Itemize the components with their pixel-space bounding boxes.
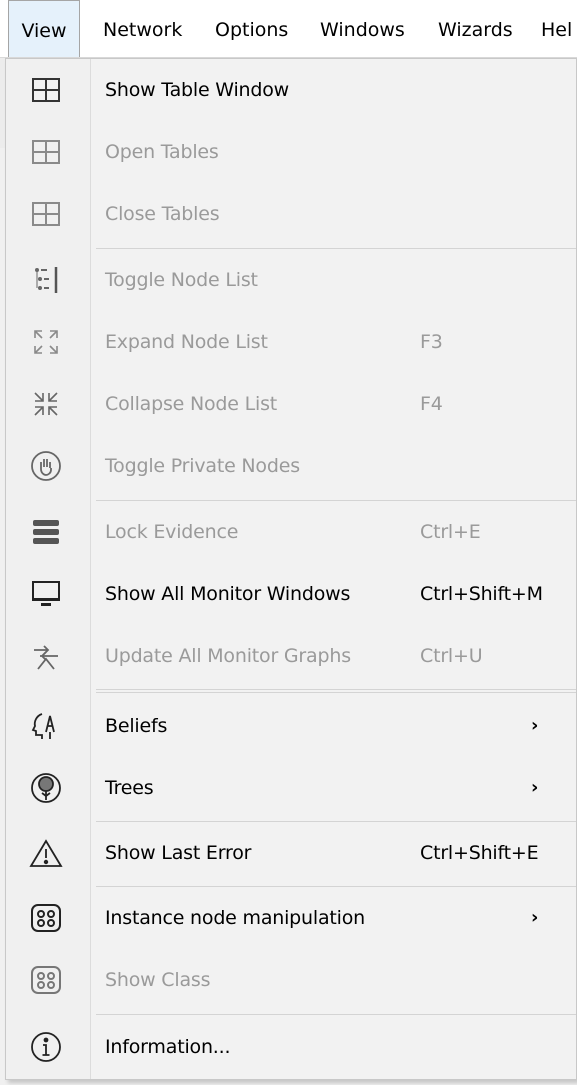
menu-item-toggle-private-nodes[interactable]: Toggle Private Nodes — [6, 435, 577, 497]
menu-item-collapse-node-list[interactable]: Collapse Node List F4 — [6, 373, 577, 435]
menu-item-label: Information... — [105, 1036, 231, 1058]
menu-wizards[interactable]: Wizards — [438, 0, 513, 57]
table-icon — [29, 73, 63, 107]
menu-item-trees[interactable]: Trees › — [6, 757, 577, 819]
menu-item-label: Toggle Node List — [105, 269, 258, 291]
menu-item-show-table-window[interactable]: Show Table Window — [6, 59, 577, 121]
menu-separator — [96, 689, 576, 690]
menu-item-show-class[interactable]: Show Class — [6, 949, 577, 1011]
menu-item-label: Show Table Window — [105, 79, 289, 101]
menu-item-label: Trees — [105, 777, 154, 799]
hand-icon — [29, 449, 63, 483]
menu-bar: View Network Options Windows Wizards Hel — [0, 0, 577, 58]
menu-item-open-tables[interactable]: Open Tables — [6, 121, 577, 183]
menu-network[interactable]: Network — [103, 0, 182, 57]
menu-windows[interactable]: Windows — [320, 0, 405, 57]
menu-view[interactable]: View — [8, 0, 80, 57]
menu-help[interactable]: Hel — [541, 0, 572, 57]
instance-node-icon — [29, 963, 63, 997]
tree-icon — [29, 771, 63, 805]
node-list-icon — [29, 263, 63, 297]
table-icon — [29, 135, 63, 169]
menu-item-lock-evidence[interactable]: Lock Evidence Ctrl+E — [6, 501, 577, 563]
menu-item-expand-node-list[interactable]: Expand Node List F3 — [6, 311, 577, 373]
submenu-arrow-icon: › — [531, 715, 539, 736]
menu-item-label: Collapse Node List — [105, 393, 278, 415]
menu-item-instance-node-manipulation[interactable]: Instance node manipulation › — [6, 887, 577, 949]
menu-item-label: Open Tables — [105, 141, 219, 163]
collapse-icon — [29, 387, 63, 421]
menu-item-show-all-monitor-windows[interactable]: Show All Monitor Windows Ctrl+Shift+M — [6, 563, 577, 625]
menu-item-shortcut: F3 — [420, 331, 443, 353]
menu-item-shortcut: Ctrl+Shift+E — [420, 842, 539, 864]
menu-item-label: Show Last Error — [105, 842, 252, 864]
menu-item-label: Expand Node List — [105, 331, 268, 353]
menu-item-show-last-error[interactable]: Show Last Error Ctrl+Shift+E — [6, 822, 577, 884]
update-graphs-icon — [29, 639, 63, 673]
menu-item-label: Instance node manipulation — [105, 907, 366, 929]
menu-item-label: Show Class — [105, 969, 211, 991]
instance-node-icon — [29, 901, 63, 935]
menu-item-close-tables[interactable]: Close Tables — [6, 183, 577, 245]
menu-item-shortcut: Ctrl+U — [420, 645, 483, 667]
menu-separator — [96, 692, 576, 693]
menu-item-information[interactable]: Information... — [6, 1016, 577, 1078]
monitor-icon — [29, 577, 63, 611]
menu-item-beliefs[interactable]: Beliefs › — [6, 695, 577, 757]
menu-item-shortcut: Ctrl+E — [420, 521, 481, 543]
warning-icon — [29, 836, 63, 870]
menu-separator — [96, 1014, 576, 1015]
menu-item-shortcut: F4 — [420, 393, 443, 415]
menu-item-update-all-monitor-graphs[interactable]: Update All Monitor Graphs Ctrl+U — [6, 625, 577, 687]
menu-item-label: Update All Monitor Graphs — [105, 645, 351, 667]
submenu-arrow-icon: › — [531, 777, 539, 798]
table-icon — [29, 197, 63, 231]
beliefs-icon — [29, 709, 63, 743]
menu-item-label: Lock Evidence — [105, 521, 239, 543]
menu-item-label: Toggle Private Nodes — [105, 455, 300, 477]
view-menu-dropdown: Show Table Window Open Tables Close Tabl… — [5, 58, 577, 1080]
info-icon — [29, 1030, 63, 1064]
menu-item-label: Show All Monitor Windows — [105, 583, 351, 605]
menu-item-toggle-node-list[interactable]: Toggle Node List — [6, 249, 577, 311]
submenu-arrow-icon: › — [531, 907, 539, 928]
expand-icon — [29, 325, 63, 359]
menu-options[interactable]: Options — [215, 0, 288, 57]
menu-item-shortcut: Ctrl+Shift+M — [420, 583, 543, 605]
menu-item-label: Beliefs — [105, 715, 168, 737]
lock-evidence-icon — [29, 515, 63, 549]
menu-item-label: Close Tables — [105, 203, 220, 225]
